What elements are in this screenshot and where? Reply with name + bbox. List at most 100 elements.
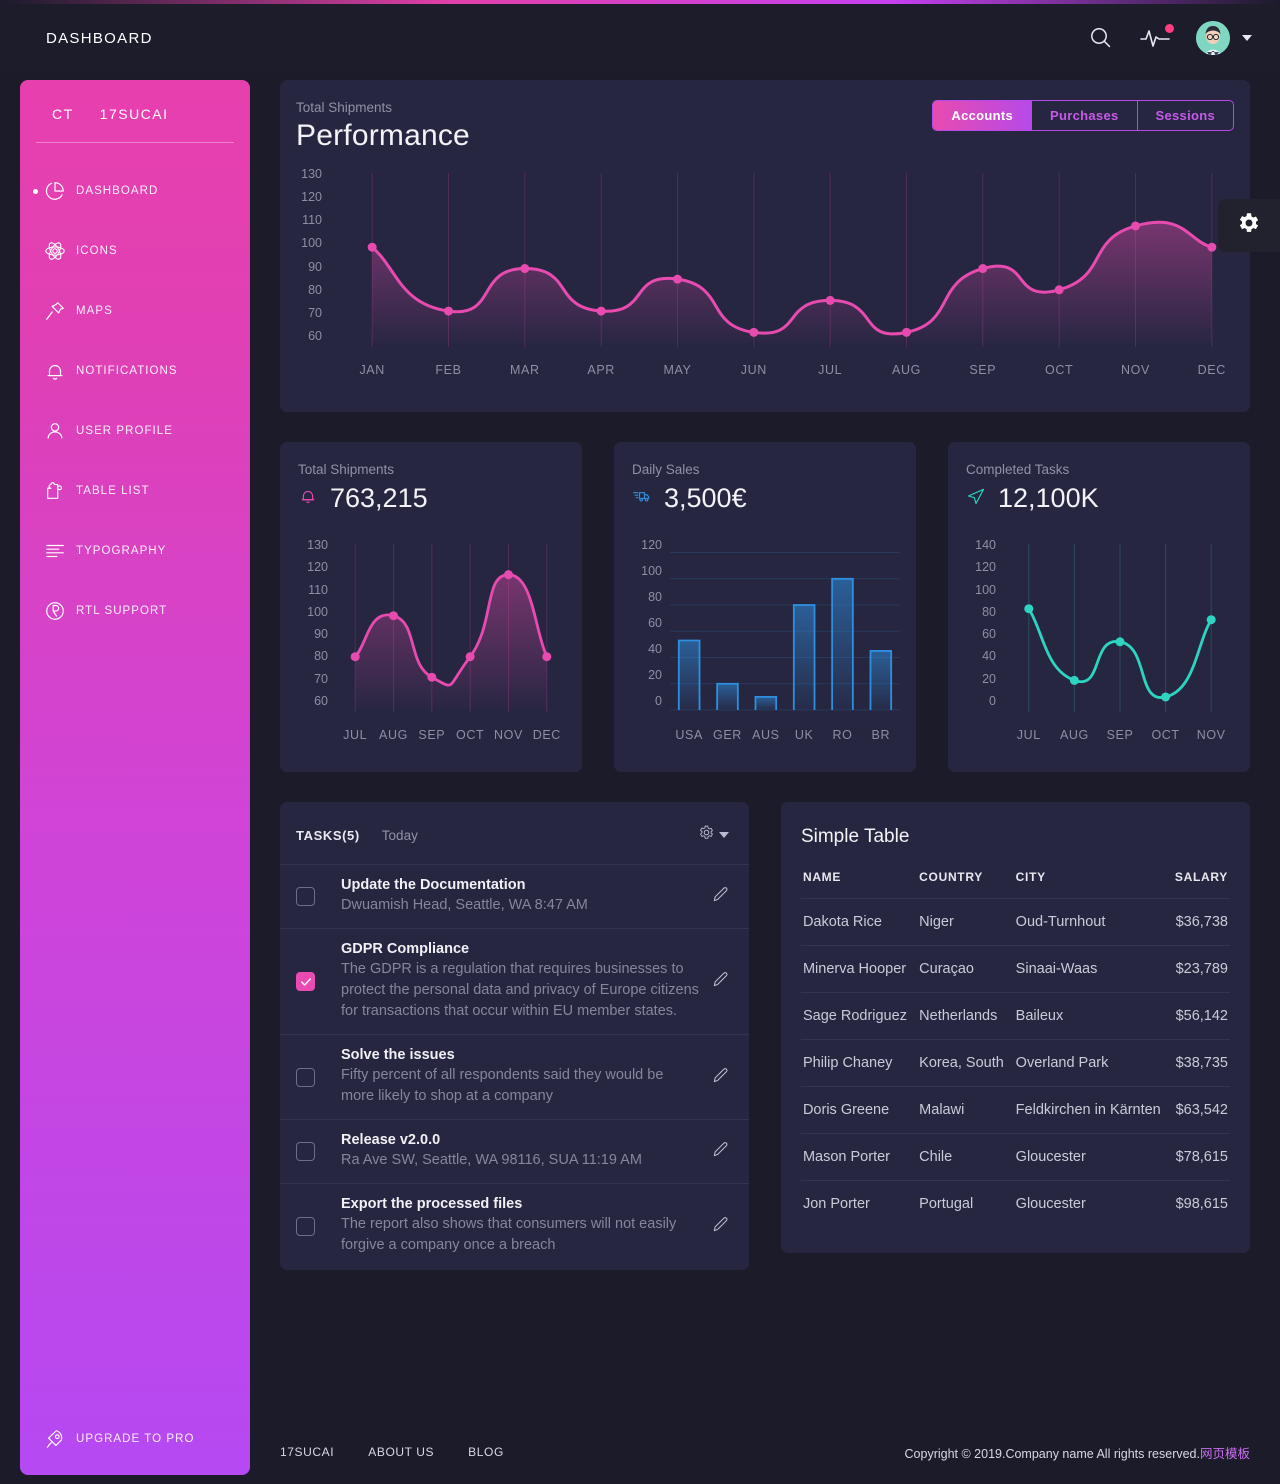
x-tick: MAY [663, 363, 692, 377]
task-checkbox[interactable] [296, 1216, 315, 1236]
table-head: NAME COUNTRY CITY SALARY [801, 870, 1230, 899]
sidebar-item-label: DASHBOARD [76, 185, 159, 197]
cell-country: Portugal [917, 1180, 1014, 1227]
ct-plot [1024, 544, 1216, 712]
sidebar-item-dashboard[interactable]: DASHBOARD [20, 161, 250, 221]
task-checkbox[interactable] [296, 972, 315, 991]
y-tick: 0 [989, 693, 996, 708]
footer-link-blog[interactable]: BLOG [468, 1445, 504, 1459]
sidebar-item-table-list[interactable]: TABLE LIST [20, 461, 250, 521]
ts-y-axis: 130 120 110 100 90 80 70 60 [298, 538, 328, 708]
footer-copyright: Copyright © 2019.Company name All rights… [905, 1443, 1250, 1462]
task-row: Update the Documentation Dwuamish Head, … [280, 864, 749, 928]
y-tick: 100 [307, 604, 328, 619]
settings-fab-button[interactable] [1218, 199, 1280, 252]
sidebar-item-maps[interactable]: MAPS [20, 281, 250, 341]
pulse-icon[interactable] [1140, 24, 1174, 49]
ts-plot [350, 544, 552, 712]
main-content: Total Shipments Performance Accounts Pur… [250, 72, 1280, 1270]
atom-icon [34, 240, 76, 262]
page-title: DASHBOARD [46, 29, 153, 47]
y-tick: 80 [982, 604, 996, 619]
sidebar-item-typography[interactable]: TYPOGRAPHY [20, 521, 250, 581]
chevron-down-icon [1242, 35, 1252, 41]
task-title: Export the processed files [341, 1196, 523, 1212]
cell-city: Gloucester [1013, 1133, 1172, 1181]
tab-accounts[interactable]: Accounts [933, 101, 1033, 130]
edit-icon[interactable] [711, 884, 731, 909]
table-row: Jon Porter Portugal Gloucester $98,615 [800, 1180, 1230, 1227]
task-checkbox[interactable] [296, 887, 315, 906]
cell-name: Mason Porter [800, 1133, 918, 1181]
y-tick: 70 [314, 671, 328, 686]
cell-name: Doris Greene [800, 1086, 918, 1134]
brand[interactable]: CT 17SUCAI [20, 80, 250, 122]
performance-card: Total Shipments Performance Accounts Pur… [280, 80, 1250, 412]
y-tick: 130 [301, 167, 322, 181]
y-tick: 20 [648, 668, 662, 682]
tasks-settings-dropdown[interactable] [698, 824, 729, 846]
footer-link-17sucai[interactable]: 17SUCAI [280, 1445, 334, 1459]
footer-link-about-us[interactable]: ABOUT US [368, 1445, 434, 1459]
edit-icon[interactable] [711, 1139, 731, 1164]
sidebar-item-label: USER PROFILE [76, 425, 173, 437]
edit-icon[interactable] [711, 1214, 731, 1239]
typography-icon [34, 540, 76, 562]
sidebar-item-rtl-support[interactable]: RTL SUPPORT [20, 581, 250, 641]
x-tick: SEP [969, 363, 997, 377]
x-tick: JUL [818, 363, 843, 377]
sidebar-item-label: NOTIFICATIONS [76, 365, 178, 377]
sidebar-item-user-profile[interactable]: USER PROFILE [20, 401, 250, 461]
cell-country: Curaçao [917, 945, 1014, 993]
gear-icon [1236, 210, 1262, 241]
sidebar-item-label: UPGRADE TO PRO [76, 1433, 195, 1445]
footer-copyright-cn[interactable]: 网页模板 [1200, 1447, 1250, 1461]
y-tick: 100 [975, 582, 996, 597]
search-icon[interactable] [1088, 25, 1114, 51]
avatar-menu[interactable] [1196, 21, 1252, 55]
sidebar-item-icons[interactable]: ICONS [20, 221, 250, 281]
task-row: Solve the issues Fifty percent of all re… [280, 1034, 749, 1119]
task-checkbox[interactable] [296, 1067, 315, 1087]
y-tick: 40 [982, 649, 996, 664]
cell-city: Oud-Turnhout [1013, 898, 1172, 946]
task-checkbox[interactable] [296, 1142, 315, 1161]
sidebar-item-label: RTL SUPPORT [76, 605, 168, 617]
table-row: Philip Chaney Korea, South Overland Park… [800, 1039, 1230, 1087]
task-row: Export the processed files The report al… [280, 1183, 749, 1270]
y-tick: 60 [314, 693, 328, 708]
stat-label: Daily Sales [632, 462, 700, 477]
edit-icon[interactable] [711, 969, 731, 994]
table-row: Minerva Hooper Curaçao Sinaai-Waas $23,7… [800, 945, 1230, 993]
cell-salary: $63,542 [1171, 1086, 1230, 1134]
stat-number: 3,500€ [664, 483, 747, 513]
tab-sessions[interactable]: Sessions [1138, 101, 1233, 130]
y-tick: 130 [307, 538, 328, 552]
x-tick: NOV [1121, 363, 1150, 377]
x-tick: AUG [892, 363, 921, 377]
sidebar-item-notifications[interactable]: NOTIFICATIONS [20, 341, 250, 401]
sidebar-item-upgrade-to-pro[interactable]: UPGRADE TO PRO [20, 1413, 250, 1465]
tasks-header: TASKS(5) Today [280, 802, 749, 864]
table-row: Dakota Rice Niger Oud-Turnhout $36,738 [800, 898, 1230, 946]
y-tick: 60 [308, 328, 322, 343]
y-tick: 110 [308, 582, 328, 597]
globe-icon [34, 600, 76, 622]
x-tick: JUL [1016, 728, 1041, 742]
tab-purchases[interactable]: Purchases [1032, 101, 1138, 130]
ct-x-axis: JUL AUG SEP OCT NOV [1006, 728, 1234, 742]
footer-copyright-text: Copyright © 2019.Company name All rights… [904, 1446, 1200, 1461]
stat-value-row: 3,500€ [632, 483, 898, 514]
x-tick: RO [832, 728, 853, 742]
cell-country: Niger [917, 898, 1014, 946]
ct-y-axis: 140 120 100 80 60 40 20 0 [966, 538, 996, 708]
task-title: GDPR Compliance [341, 941, 470, 957]
cell-country: Korea, South [917, 1039, 1014, 1087]
y-tick: 70 [308, 305, 322, 320]
edit-icon[interactable] [711, 1065, 731, 1090]
simple-table-card: Simple Table NAME COUNTRY CITY SALARY Da… [780, 802, 1250, 1253]
task-description: Ra Ave SW, Seattle, WA 98116, SUA 11:19 … [341, 1152, 642, 1168]
y-tick: 110 [302, 213, 322, 228]
cell-salary: $98,615 [1171, 1180, 1230, 1227]
y-tick: 60 [982, 627, 996, 642]
